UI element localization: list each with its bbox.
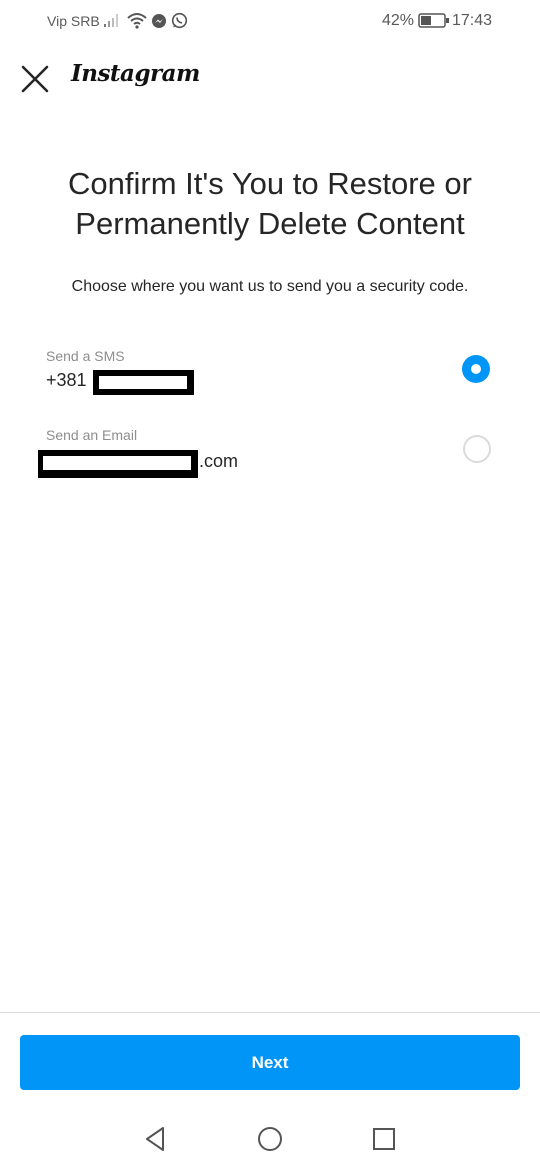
home-icon[interactable] — [257, 1125, 283, 1153]
subtitle: Choose where you want us to send you a s… — [71, 278, 469, 295]
next-button[interactable]: Next — [20, 1035, 520, 1090]
status-bar: Vip SRB 42% 17:43 — [0, 0, 540, 42]
page-title: Confirm It's You to Restore or Permanent… — [20, 164, 520, 244]
footer-divider — [0, 1012, 540, 1013]
redacted-email-fill — [43, 456, 191, 470]
email-radio-button[interactable] — [463, 435, 491, 463]
instagram-logo: Instagram — [71, 60, 200, 87]
back-icon[interactable] — [143, 1125, 167, 1153]
recents-icon[interactable] — [372, 1125, 396, 1153]
signal-icon — [104, 14, 118, 27]
wifi-icon — [127, 13, 147, 29]
whatsapp-icon — [171, 12, 188, 29]
battery-icon — [418, 13, 449, 28]
messenger-icon — [152, 14, 166, 28]
email-option-label: Send an Email — [46, 427, 138, 443]
redacted-phone-fill — [99, 376, 187, 389]
sms-option-label: Send a SMS — [46, 348, 125, 364]
sms-radio-button[interactable] — [462, 355, 490, 383]
sms-phone-number: +381 — [46, 370, 87, 390]
title-line-2: Permanently Delete Content — [75, 206, 465, 241]
battery-percent: 42% — [382, 12, 415, 29]
email-address: .com — [199, 451, 239, 471]
close-icon[interactable] — [20, 64, 50, 94]
carrier-name: Vip SRB — [47, 13, 100, 29]
title-line-1: Confirm It's You to Restore or — [68, 166, 472, 201]
status-time: 17:43 — [452, 12, 493, 29]
